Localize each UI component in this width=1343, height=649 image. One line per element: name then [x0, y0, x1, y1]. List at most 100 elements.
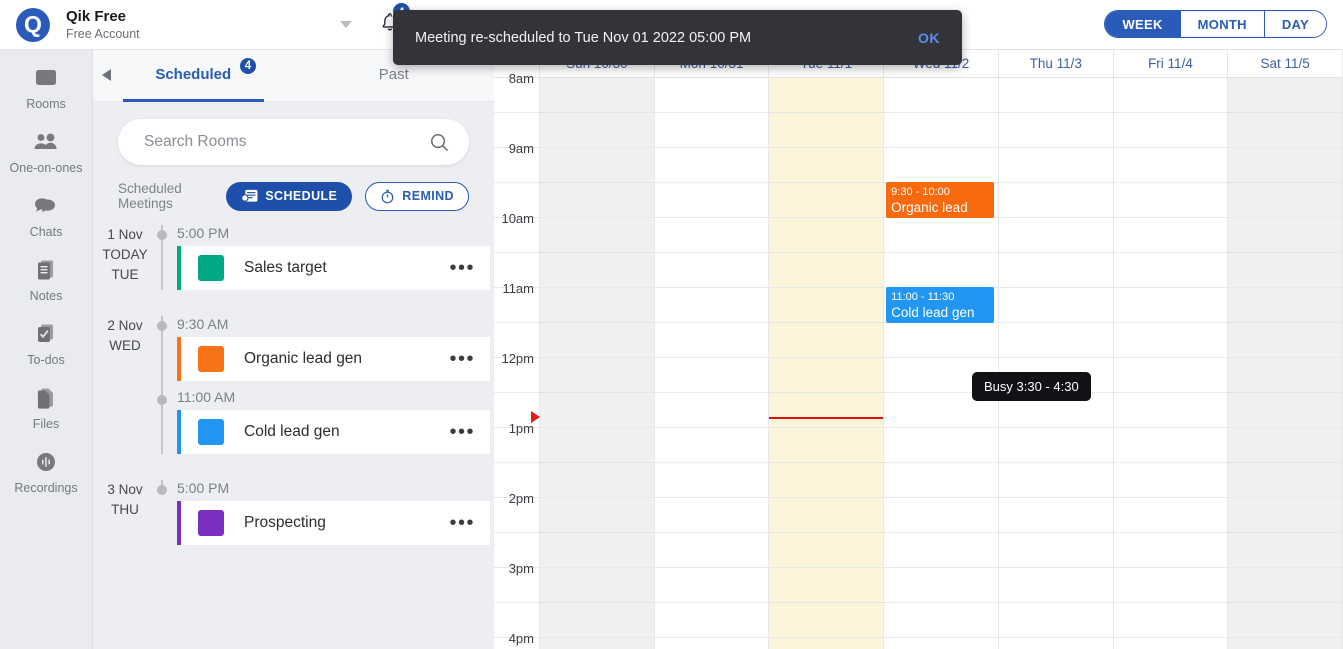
meeting-color-swatch	[198, 255, 224, 281]
schedule-icon	[241, 189, 258, 202]
account-subtitle: Free Account	[66, 26, 140, 41]
sidebar-label-rooms: Rooms	[26, 97, 66, 111]
sidebar-item-files[interactable]: Files	[0, 384, 92, 431]
meeting-menu-button[interactable]: •••	[449, 258, 475, 278]
toast-message: Meeting re-scheduled to Tue Nov 01 2022 …	[415, 29, 752, 46]
meeting-name: Organic lead gen	[244, 350, 363, 367]
day-header-fri[interactable]: Fri 11/4	[1114, 50, 1229, 77]
meeting-menu-button[interactable]: •••	[449, 422, 475, 442]
hour-label: 10am	[501, 211, 534, 226]
day-column-wed[interactable]: 9:30 - 10:00 Organic lead gen 11:00 - 11…	[884, 78, 999, 649]
group-date-dow: WED	[109, 338, 141, 353]
list-item[interactable]: Organic lead gen •••	[177, 337, 490, 381]
files-icon	[31, 384, 61, 412]
search-icon[interactable]	[429, 132, 450, 153]
list-item[interactable]: Prospecting •••	[177, 501, 490, 545]
event-name: Organic lead gen	[891, 200, 968, 218]
calendar-view: Sun 10/30 Mon 10/31 Tue 11/1 Wed 11/2 Th…	[494, 50, 1343, 649]
meeting-time: 11:00 AM	[177, 389, 236, 405]
day-column-fri[interactable]	[1113, 78, 1229, 649]
group-date-day: 3 Nov	[107, 482, 143, 497]
sidebar-item-to-dos[interactable]: To-dos	[0, 320, 92, 367]
chevron-down-icon[interactable]	[339, 21, 352, 28]
sidebar-item-one-on-ones[interactable]: One-on-ones	[0, 128, 92, 175]
view-toggle: WEEK MONTH DAY	[1104, 10, 1327, 38]
meeting-menu-button[interactable]: •••	[449, 513, 475, 533]
sidebar-label-recordings: Recordings	[14, 481, 78, 495]
day-column-sun[interactable]	[540, 78, 655, 649]
day-column-thu[interactable]	[998, 78, 1114, 649]
toast-notification: Meeting re-scheduled to Tue Nov 01 2022 …	[393, 10, 962, 65]
app-logo[interactable]: Q	[0, 7, 66, 42]
people-icon	[31, 128, 61, 156]
remind-button-label: REMIND	[402, 189, 454, 203]
view-week-button[interactable]: WEEK	[1105, 11, 1181, 37]
gutter-hour-cell: 10am	[494, 211, 539, 288]
gutter-hour-cell: 11am	[494, 281, 539, 358]
sidebar-item-notes[interactable]: Notes	[0, 256, 92, 303]
day-column-tue[interactable]	[769, 78, 885, 649]
time-gutter: 8am 9am 10am 11am 12pm 1pm 2pm 3pm 4pm	[494, 71, 540, 649]
recordings-icon	[31, 448, 61, 476]
toast-ok-button[interactable]: OK	[918, 30, 940, 46]
chat-icon	[31, 192, 61, 220]
sidebar-item-rooms[interactable]: Rooms	[0, 64, 92, 111]
account-info[interactable]: Qik Free Free Account	[66, 8, 140, 42]
meeting-menu-button[interactable]: •••	[449, 349, 475, 369]
remind-button[interactable]: REMIND	[365, 181, 469, 211]
search-area	[93, 102, 494, 165]
sidebar-item-chats[interactable]: Chats	[0, 192, 92, 239]
group-date-day: 1 Nov	[107, 227, 143, 242]
gutter-hour-cell: 4pm	[494, 631, 539, 649]
section-header: Scheduled Meetings SCHEDULE REMIND	[93, 165, 494, 211]
meeting-name: Sales target	[244, 259, 327, 276]
event-time: 9:30 - 10:00	[891, 186, 950, 198]
view-month-button[interactable]: MONTH	[1180, 11, 1265, 37]
hour-label: 11am	[502, 281, 534, 296]
day-column-mon[interactable]	[654, 78, 770, 649]
hour-label: 9am	[508, 141, 534, 156]
gutter-hour-cell: 1pm	[494, 421, 539, 498]
day-header-sat[interactable]: Sat 11/5	[1228, 50, 1343, 77]
day-header-thu[interactable]: Thu 11/3	[999, 50, 1114, 77]
meeting-color-swatch	[198, 419, 224, 445]
meeting-time: 9:30 AM	[177, 316, 229, 332]
tab-scheduled[interactable]: Scheduled	[93, 50, 294, 102]
search-input[interactable]	[144, 133, 429, 151]
meeting-name: Prospecting	[244, 514, 326, 531]
sidebar-label-to-dos: To-dos	[27, 353, 65, 367]
current-time-line	[769, 417, 884, 419]
sidebar-label-chats: Chats	[29, 225, 63, 239]
hour-label: 4pm	[508, 631, 534, 646]
day-column-sat[interactable]	[1228, 78, 1343, 649]
list-item[interactable]: Sales target •••	[177, 246, 490, 290]
section-title: Scheduled Meetings	[118, 181, 182, 211]
calendar-event[interactable]: 11:00 - 11:30 Cold lead gen	[886, 287, 994, 323]
hour-label: 2pm	[508, 491, 534, 506]
view-day-button[interactable]: DAY	[1264, 11, 1326, 37]
meetings-list: 1 Nov TODAY TUE 5:00 PM Sales target •••…	[93, 225, 494, 545]
meeting-color-swatch	[198, 346, 224, 372]
sidebar-label-one-on-ones: One-on-ones	[9, 161, 83, 175]
group-date: 1 Nov TODAY TUE	[93, 225, 157, 285]
hour-label: 1pm	[508, 421, 534, 436]
list-item[interactable]: Cold lead gen •••	[177, 410, 490, 454]
calendar-event[interactable]: 9:30 - 10:00 Organic lead gen	[886, 182, 994, 218]
search-box[interactable]	[118, 119, 469, 165]
meeting-group: 1 Nov TODAY TUE 5:00 PM Sales target •••	[93, 225, 494, 290]
scheduled-count-badge: 4	[238, 56, 258, 76]
checkbox-icon	[31, 320, 61, 348]
gutter-hour-cell: 2pm	[494, 491, 539, 568]
schedule-button-label: SCHEDULE	[265, 189, 338, 203]
qik-logo-icon: Q	[16, 7, 50, 42]
rooms-icon	[31, 64, 61, 92]
sidebar-item-recordings[interactable]: Recordings	[0, 448, 92, 495]
event-time: 11:00 - 11:30	[891, 291, 955, 303]
event-name: Cold lead gen	[891, 305, 975, 320]
sidebar-label-notes: Notes	[29, 289, 63, 303]
timeline-dot	[157, 485, 167, 495]
gutter-hour-cell: 8am	[494, 71, 539, 148]
schedule-button[interactable]: SCHEDULE	[226, 181, 353, 211]
